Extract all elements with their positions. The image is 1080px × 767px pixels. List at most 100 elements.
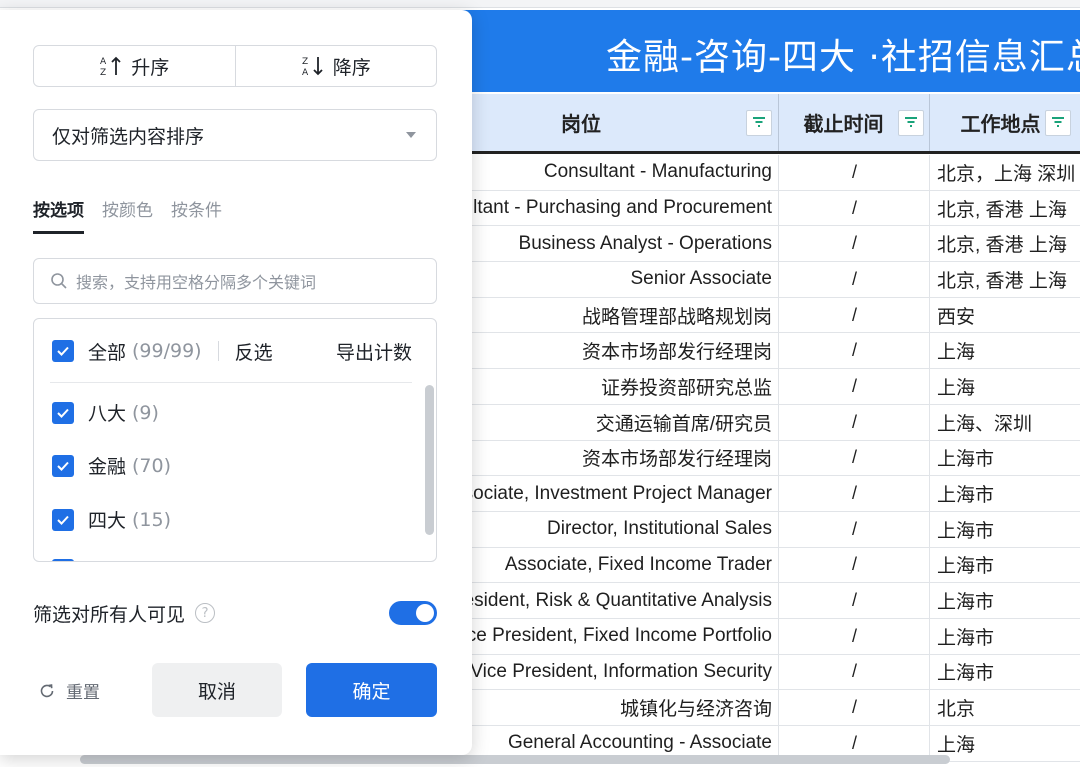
cell-deadline[interactable]: / [780, 404, 930, 440]
header-cell-deadline[interactable]: 截止时间 [780, 94, 930, 151]
cell-location[interactable]: 北京，上海 深圳 [931, 155, 1080, 190]
cell-location[interactable]: 上海 [931, 369, 1080, 404]
cell-deadline[interactable]: / [780, 583, 930, 618]
select-all-checkbox[interactable] [52, 340, 74, 362]
cell-position[interactable]: Director, Institutional Sales [434, 511, 779, 547]
select-all-label[interactable]: 全部 [88, 338, 126, 365]
visibility-toggle[interactable] [389, 601, 437, 625]
cell-position[interactable]: Consultant - Purchasing and Procurement [434, 190, 779, 226]
cell-position[interactable]: 战略管理部战略规划岗 [434, 297, 779, 333]
cell-deadline[interactable]: / [780, 297, 930, 333]
list-item[interactable]: 金融 (70) [52, 452, 171, 479]
cell-location[interactable]: 上海市 [931, 655, 1080, 690]
toggle-knob [416, 604, 434, 622]
sort-scope-select[interactable]: 仅对筛选内容排序 [33, 109, 437, 161]
cell-position-text: Associate, Fixed Income Trader [504, 553, 772, 575]
item-checkbox[interactable] [52, 559, 74, 561]
cell-deadline[interactable]: / [780, 547, 930, 583]
filter-search-input[interactable]: 搜索，支持用空格分隔多个关键词 [33, 258, 437, 304]
confirm-button[interactable]: 确定 [306, 663, 437, 717]
cell-deadline[interactable]: / [780, 440, 930, 476]
sort-ascending-button[interactable]: A Z 升序 [34, 46, 235, 86]
table-row: Senior Associate / 北京, 香港 上海 [434, 262, 1080, 298]
sort-scope-value: 仅对筛选内容排序 [52, 125, 205, 148]
cell-position[interactable]: 资本市场部发行经理岗 [434, 440, 779, 476]
sort-descending-icon: Z A [302, 57, 323, 78]
cell-deadline[interactable]: / [780, 618, 930, 654]
reset-button[interactable]: 重置 [38, 678, 100, 703]
cell-location[interactable]: 北京, 香港 上海 [931, 262, 1080, 297]
svg-text:Z: Z [100, 68, 106, 78]
cell-position[interactable]: Vice President, Information Security [434, 654, 779, 690]
list-item[interactable]: 八大 (9) [52, 399, 159, 426]
filter-icon[interactable] [746, 110, 772, 136]
cell-location[interactable]: 北京, 香港 上海 [931, 226, 1080, 261]
cell-location[interactable]: 北京, 香港 上海 [931, 191, 1080, 226]
cell-position[interactable]: 城镇化与经济咨询 [434, 690, 779, 725]
table-row: 交通运输首席/研究员 / 上海、深圳 [434, 404, 1080, 441]
cancel-button[interactable]: 取消 [152, 663, 282, 717]
cell-position[interactable]: Associate, Fixed Income Trader [434, 547, 779, 583]
svg-text:A: A [302, 68, 309, 78]
cell-deadline[interactable]: / [780, 190, 930, 226]
search-icon [51, 273, 67, 289]
sheet-title-band[interactable]: 金融-咨询-四大 ·社招信息汇总 [434, 10, 1080, 92]
cell-position[interactable]: Consultant - Manufacturing [434, 155, 779, 190]
vertical-scrollbar[interactable] [425, 385, 434, 535]
item-count: (9) [132, 401, 159, 424]
item-checkbox[interactable] [52, 508, 74, 531]
tab-by-condition[interactable]: 按条件 [171, 196, 222, 234]
filter-icon[interactable] [898, 110, 924, 136]
tab-by-color[interactable]: 按颜色 [102, 196, 153, 234]
cell-location[interactable]: 上海市 [931, 441, 1080, 476]
cell-position[interactable]: 交通运输首席/研究员 [434, 404, 779, 440]
help-icon[interactable]: ? [195, 603, 216, 623]
cell-position[interactable]: Associate, Investment Project Manager [434, 476, 779, 511]
cell-deadline[interactable]: / [780, 476, 930, 511]
cell-deadline[interactable]: / [780, 226, 930, 262]
cell-location[interactable]: 上海市 [931, 476, 1080, 511]
cell-deadline[interactable]: / [780, 333, 930, 369]
cell-deadline[interactable]: / [780, 155, 930, 190]
cell-location[interactable]: 上海 [931, 333, 1080, 368]
cell-location[interactable]: 上海、深圳 [931, 405, 1080, 440]
cell-deadline[interactable]: / [780, 262, 930, 297]
cell-location-text: 上海市 [937, 663, 995, 685]
cell-position-text: 城镇化与经济咨询 [619, 699, 772, 721]
cell-position[interactable]: Senior Associate [434, 262, 779, 297]
cell-position[interactable]: 资本市场部发行经理岗 [434, 333, 779, 369]
invert-selection-link[interactable]: 反选 [235, 338, 273, 365]
item-checkbox[interactable] [52, 401, 74, 424]
cell-location[interactable]: 上海 [931, 726, 1080, 761]
cell-location[interactable]: 上海市 [931, 548, 1080, 583]
export-count-link[interactable]: 导出计数 [336, 338, 412, 365]
cell-deadline-text: / [851, 554, 857, 575]
header-cell-location[interactable]: 工作地点 [931, 94, 1080, 151]
cell-deadline[interactable]: / [780, 690, 930, 725]
horizontal-scrollbar[interactable] [80, 755, 950, 764]
cell-position[interactable]: Vice President, Fixed Income Portfolio [434, 618, 779, 654]
item-label: 四大 [88, 510, 127, 532]
cell-deadline[interactable]: / [780, 654, 930, 690]
header-cell-position[interactable]: 岗位 [434, 94, 779, 151]
cell-location[interactable]: 北京 [931, 690, 1080, 725]
cell-location[interactable]: 上海市 [931, 583, 1080, 618]
cell-location[interactable]: 上海市 [931, 512, 1080, 547]
cell-location[interactable]: 上海市 [931, 619, 1080, 654]
list-item-partial[interactable] [52, 559, 88, 561]
cell-position[interactable]: Business Analyst - Operations [434, 226, 779, 262]
sort-descending-label: 降序 [332, 56, 371, 79]
cell-location[interactable]: 西安 [931, 298, 1080, 333]
cell-deadline[interactable]: / [780, 369, 930, 404]
sort-descending-button[interactable]: Z A 降序 [234, 46, 437, 86]
cell-position[interactable]: Vice President, Risk & Quantitative Anal… [434, 583, 779, 618]
filter-icon[interactable] [1045, 110, 1071, 136]
cell-position[interactable]: 证券投资部研究总监 [434, 369, 779, 404]
tab-by-option[interactable]: 按选项 [33, 196, 84, 234]
svg-text:A: A [100, 57, 107, 67]
list-item[interactable]: 四大 (15) [52, 506, 171, 533]
item-checkbox[interactable] [52, 454, 74, 477]
header-label-location: 工作地点 [960, 112, 1041, 136]
cell-deadline-text: / [851, 304, 857, 325]
cell-deadline[interactable]: / [780, 511, 930, 547]
